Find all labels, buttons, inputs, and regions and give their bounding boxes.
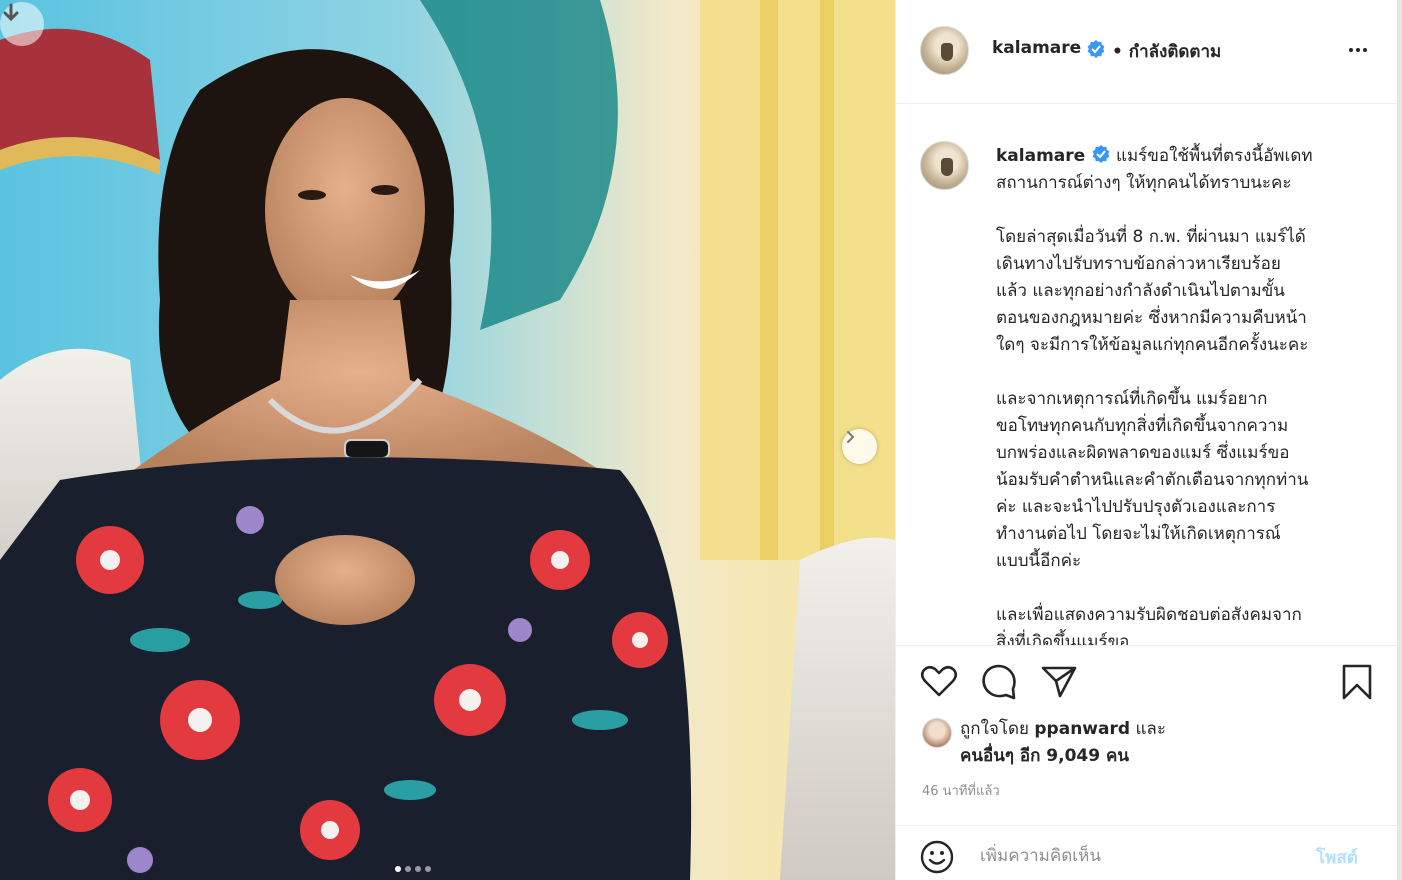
follow-status[interactable]: • กำลังติดตาม — [1112, 38, 1221, 65]
carousel-dot — [415, 866, 421, 872]
paper-plane-icon[interactable] — [1040, 663, 1078, 701]
post-timestamp[interactable]: 46 นาทีที่แล้ว — [922, 780, 1000, 801]
likes-count[interactable]: คนอื่นๆ อีก 9,049 คน — [960, 746, 1129, 766]
carousel-dot — [405, 866, 411, 872]
caption-scroll-area[interactable]: kalamare แมร์ขอใช้พื้นที่ตรงนี้อัพเดท สถ… — [896, 105, 1398, 645]
liked-by-label: ถูกใจโดย — [960, 719, 1029, 739]
caption-username[interactable]: kalamare — [996, 146, 1085, 166]
following-label[interactable]: กำลังติดตาม — [1129, 42, 1221, 62]
post-header: kalamare • กำลังติดตาม — [896, 0, 1398, 104]
photo-illustration — [0, 0, 895, 880]
likes-and-label: และ — [1135, 719, 1166, 739]
caption-author-avatar[interactable] — [920, 141, 969, 190]
author-username[interactable]: kalamare — [992, 38, 1081, 58]
carousel-dot — [395, 866, 401, 872]
verified-badge-icon — [1092, 145, 1109, 163]
comment-bar: โพสต์ — [896, 825, 1398, 880]
emoji-smile-icon[interactable] — [920, 840, 954, 874]
caption-text: แมร์ขอใช้พื้นที่ตรงนี้อัพเดท สถานการณ์ต่… — [996, 146, 1313, 645]
download-arrow-icon — [3, 3, 19, 22]
comment-bubble-icon[interactable] — [980, 663, 1018, 701]
author-avatar[interactable] — [920, 26, 969, 75]
post-photo[interactable] — [0, 0, 895, 880]
liker-avatar[interactable] — [922, 718, 952, 748]
chevron-right-icon — [847, 431, 855, 443]
comment-input[interactable] — [980, 844, 1300, 868]
liker-username[interactable]: ppanward — [1034, 719, 1130, 739]
bookmark-icon[interactable] — [1340, 663, 1374, 701]
verified-badge-icon — [1087, 40, 1105, 58]
scrollbar-track[interactable] — [1397, 0, 1402, 880]
separator-dot: • — [1112, 42, 1123, 62]
download-button[interactable] — [0, 2, 44, 46]
heart-icon[interactable] — [920, 663, 958, 699]
caption-block: kalamare แมร์ขอใช้พื้นที่ตรงนี้อัพเดท สถ… — [996, 143, 1376, 645]
more-options-button[interactable] — [1340, 40, 1376, 60]
next-slide-button[interactable] — [842, 429, 877, 464]
carousel-dot — [425, 866, 431, 872]
post-side-panel: kalamare • กำลังติดตาม kalamare แมร์ขอใช… — [895, 0, 1398, 880]
post-comment-button[interactable]: โพสต์ — [1316, 844, 1358, 871]
carousel-indicator — [395, 866, 431, 872]
post-actions: ถูกใจโดย ppanward และ คนอื่นๆ อีก 9,049 … — [896, 645, 1398, 825]
